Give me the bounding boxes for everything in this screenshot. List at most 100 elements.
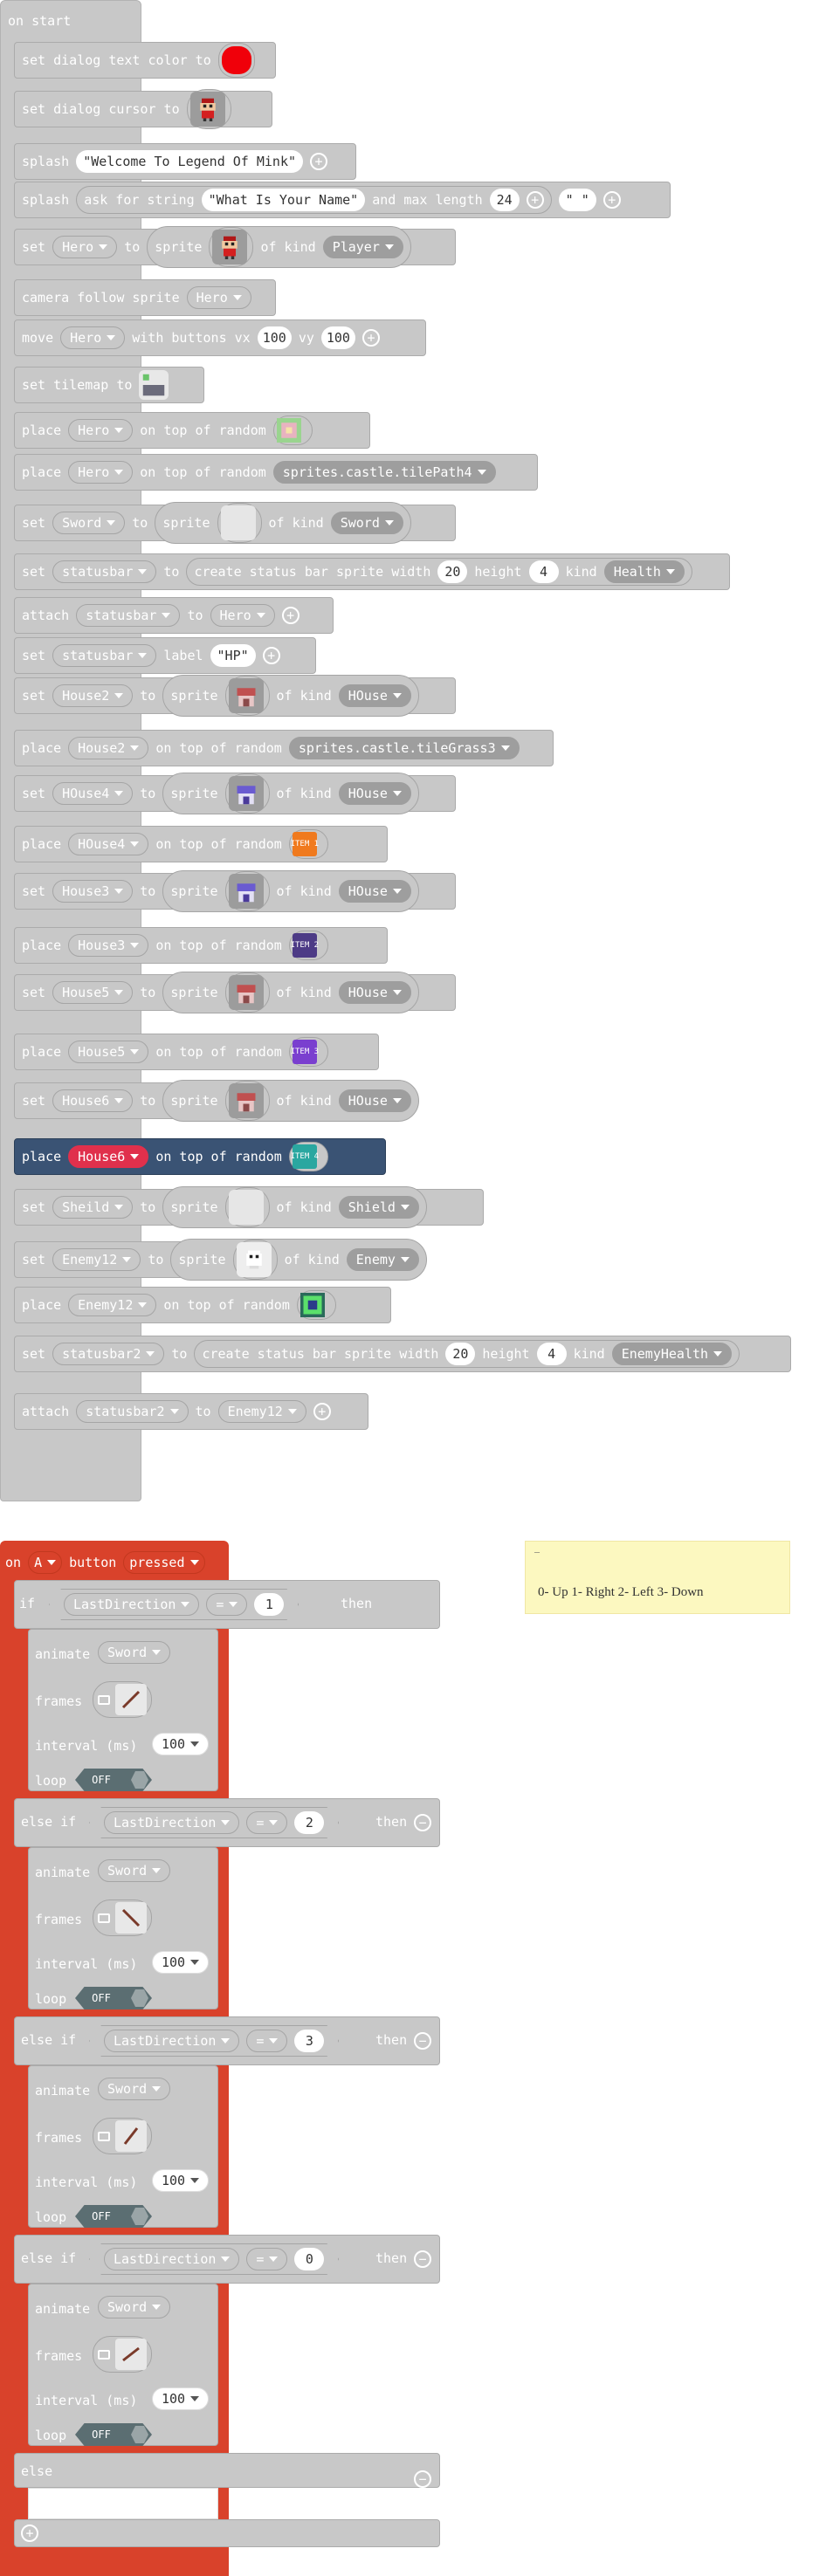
compare-value[interactable]: 1 xyxy=(254,1593,284,1616)
string-input[interactable]: "Welcome To Legend Of Mink" xyxy=(76,150,304,173)
statement-block[interactable]: set dialog text color to xyxy=(14,42,276,79)
sword-dropdown[interactable]: Sword xyxy=(98,2078,171,2100)
kind-dropdown[interactable]: Sword xyxy=(330,512,403,534)
variable-dropdown[interactable]: Enemy12 xyxy=(68,1294,157,1316)
image-picker[interactable] xyxy=(224,871,270,911)
variable-dropdown[interactable]: House6 xyxy=(68,1145,149,1168)
variable-dropdown[interactable]: House2 xyxy=(68,737,149,759)
image-picker[interactable] xyxy=(224,773,270,814)
interval-dropdown[interactable]: 100 xyxy=(152,1733,210,1755)
statement-block[interactable]: camera follow sprite Hero xyxy=(14,279,276,316)
variable-dropdown[interactable]: House6 xyxy=(52,1089,134,1112)
kind-dropdown[interactable]: HOuse xyxy=(338,1089,411,1112)
sprite-create-block[interactable]: sprite of kind Sword xyxy=(155,502,411,544)
statement-block[interactable]: set dialog cursor to xyxy=(14,89,272,129)
else-header[interactable] xyxy=(14,2453,440,2488)
image-picker[interactable] xyxy=(224,1081,270,1121)
add-argument-icon[interactable]: + xyxy=(526,191,544,209)
number-input[interactable]: 20 xyxy=(437,560,468,583)
kind-dropdown[interactable]: HOuse xyxy=(338,684,411,707)
status-bar-create-block[interactable]: create status bar sprite width 20 height 4 k… xyxy=(194,1340,740,1368)
statement-block[interactable]: set House6 to sprite of kind HOuse xyxy=(14,1080,419,1122)
statement-block[interactable]: set HOuse4 to sprite of kind HOuse xyxy=(14,773,456,814)
add-argument-icon[interactable]: + xyxy=(361,329,380,347)
image-dropdown[interactable]: ITEM 3 xyxy=(288,1037,328,1067)
kind-dropdown[interactable]: HOuse xyxy=(338,880,411,903)
statement-block[interactable]: set Sword to sprite of kind Sword xyxy=(14,502,456,544)
sprite-create-block[interactable]: sprite of kind HOuse xyxy=(162,870,419,912)
statement-block[interactable]: set statusbar2 to create status bar sprite … xyxy=(14,1336,791,1372)
event-dropdown[interactable]: pressed xyxy=(123,1551,205,1574)
number-input[interactable]: 20 xyxy=(445,1343,476,1365)
statement-block[interactable]: place House5 on top of random ITEM 3 xyxy=(14,1034,379,1070)
add-argument-icon[interactable]: + xyxy=(281,607,300,624)
operator-dropdown[interactable]: = xyxy=(206,1593,247,1616)
lastdirection-dropdown[interactable]: LastDirection xyxy=(104,2248,239,2270)
frames-picker[interactable] xyxy=(93,2118,152,2154)
kind-dropdown[interactable]: Health xyxy=(603,560,685,583)
variable-dropdown[interactable]: statusbar2 xyxy=(52,1343,165,1365)
statement-block[interactable]: place Hero on top of random xyxy=(14,412,370,449)
string-input[interactable]: "HP" xyxy=(210,644,256,667)
image-picker[interactable] xyxy=(209,227,254,267)
variable-dropdown[interactable]: Hero xyxy=(60,326,126,349)
statement-block[interactable]: set House3 to sprite of kind HOuse xyxy=(14,870,456,912)
status-bar-create-block[interactable]: create status bar sprite width 20 height 4 k… xyxy=(186,558,692,586)
image-dropdown[interactable] xyxy=(296,1290,336,1320)
sprite-create-block[interactable]: sprite of kind Player xyxy=(147,226,411,268)
operator-dropdown[interactable]: = xyxy=(246,2030,287,2052)
variable-dropdown[interactable]: statusbar2 xyxy=(76,1400,189,1423)
statement-block[interactable]: set House5 to sprite of kind HOuse xyxy=(14,972,456,1013)
image-dropdown[interactable]: ITEM 2 xyxy=(288,931,328,960)
sword-dropdown[interactable]: Sword xyxy=(98,1859,171,1882)
kind-dropdown[interactable]: EnemyHealth xyxy=(611,1343,733,1365)
tilemap-image[interactable] xyxy=(139,370,169,400)
compare-value[interactable]: 3 xyxy=(294,2030,324,2052)
variable-dropdown[interactable]: House3 xyxy=(52,880,134,903)
image-picker[interactable] xyxy=(224,676,270,716)
variable-dropdown[interactable]: Enemy12 xyxy=(217,1400,306,1423)
comparison-block[interactable]: LastDirection = 1 xyxy=(49,1589,299,1620)
image-picker[interactable] xyxy=(186,89,231,129)
variable-dropdown[interactable]: statusbar xyxy=(52,560,157,583)
statement-block[interactable]: set Hero to sprite of kind Player xyxy=(14,226,456,268)
interval-dropdown[interactable]: 100 xyxy=(152,2169,210,2192)
add-argument-icon[interactable]: + xyxy=(313,1403,331,1420)
statement-block[interactable]: place Enemy12 on top of random xyxy=(14,1287,391,1323)
lastdirection-dropdown[interactable]: LastDirection xyxy=(104,1811,239,1834)
button-dropdown[interactable]: A xyxy=(28,1551,63,1574)
statement-block[interactable]: splash "Welcome To Legend Of Mink" + xyxy=(14,143,356,180)
loop-toggle[interactable]: OFF xyxy=(75,2423,152,2446)
variable-dropdown[interactable]: House3 xyxy=(68,934,149,957)
number-input[interactable]: 4 xyxy=(528,560,559,583)
image-picker[interactable] xyxy=(232,1240,278,1280)
variable-dropdown[interactable]: statusbar xyxy=(76,604,181,627)
interval-dropdown[interactable]: 100 xyxy=(152,1951,210,1974)
interval-dropdown[interactable]: 100 xyxy=(152,2387,210,2410)
statement-block[interactable]: set Sheild to sprite of kind Shield xyxy=(14,1186,484,1228)
lastdirection-dropdown[interactable]: LastDirection xyxy=(64,1593,199,1616)
lastdirection-dropdown[interactable]: LastDirection xyxy=(104,2030,239,2052)
add-argument-icon[interactable]: + xyxy=(262,647,280,664)
statement-block[interactable]: attach statusbar to Hero + xyxy=(14,597,334,634)
variable-dropdown[interactable]: HOuse4 xyxy=(52,782,134,805)
statement-block[interactable]: set Enemy12 to sprite of kind Enemy xyxy=(14,1239,427,1281)
sprite-create-block[interactable]: sprite of kind HOuse xyxy=(162,675,419,717)
statement-block[interactable]: splash ask for string "What Is Your Name" a… xyxy=(14,182,671,218)
variable-dropdown[interactable]: Hero xyxy=(68,461,134,484)
image-picker[interactable] xyxy=(224,1187,270,1227)
add-else-if-icon[interactable]: + xyxy=(21,2524,38,2542)
variable-dropdown[interactable]: Enemy12 xyxy=(52,1248,141,1271)
statement-block[interactable]: place House3 on top of random ITEM 2 xyxy=(14,927,388,964)
sprite-create-block[interactable]: sprite of kind Shield xyxy=(162,1186,427,1228)
variable-dropdown[interactable]: HOuse4 xyxy=(68,833,149,855)
add-argument-icon[interactable]: + xyxy=(602,191,621,209)
image-picker[interactable] xyxy=(224,972,270,1013)
frames-picker[interactable] xyxy=(93,1899,152,1936)
statement-block[interactable]: place House6 on top of random ITEM 4 xyxy=(14,1138,386,1175)
comparison-block[interactable]: LastDirection = 0 xyxy=(89,2243,339,2275)
tile-dropdown[interactable]: sprites.castle.tilePath4 xyxy=(272,461,496,484)
operator-dropdown[interactable]: = xyxy=(246,2248,287,2270)
variable-dropdown[interactable]: Hero xyxy=(210,604,275,627)
number-input[interactable]: 100 xyxy=(257,326,292,349)
